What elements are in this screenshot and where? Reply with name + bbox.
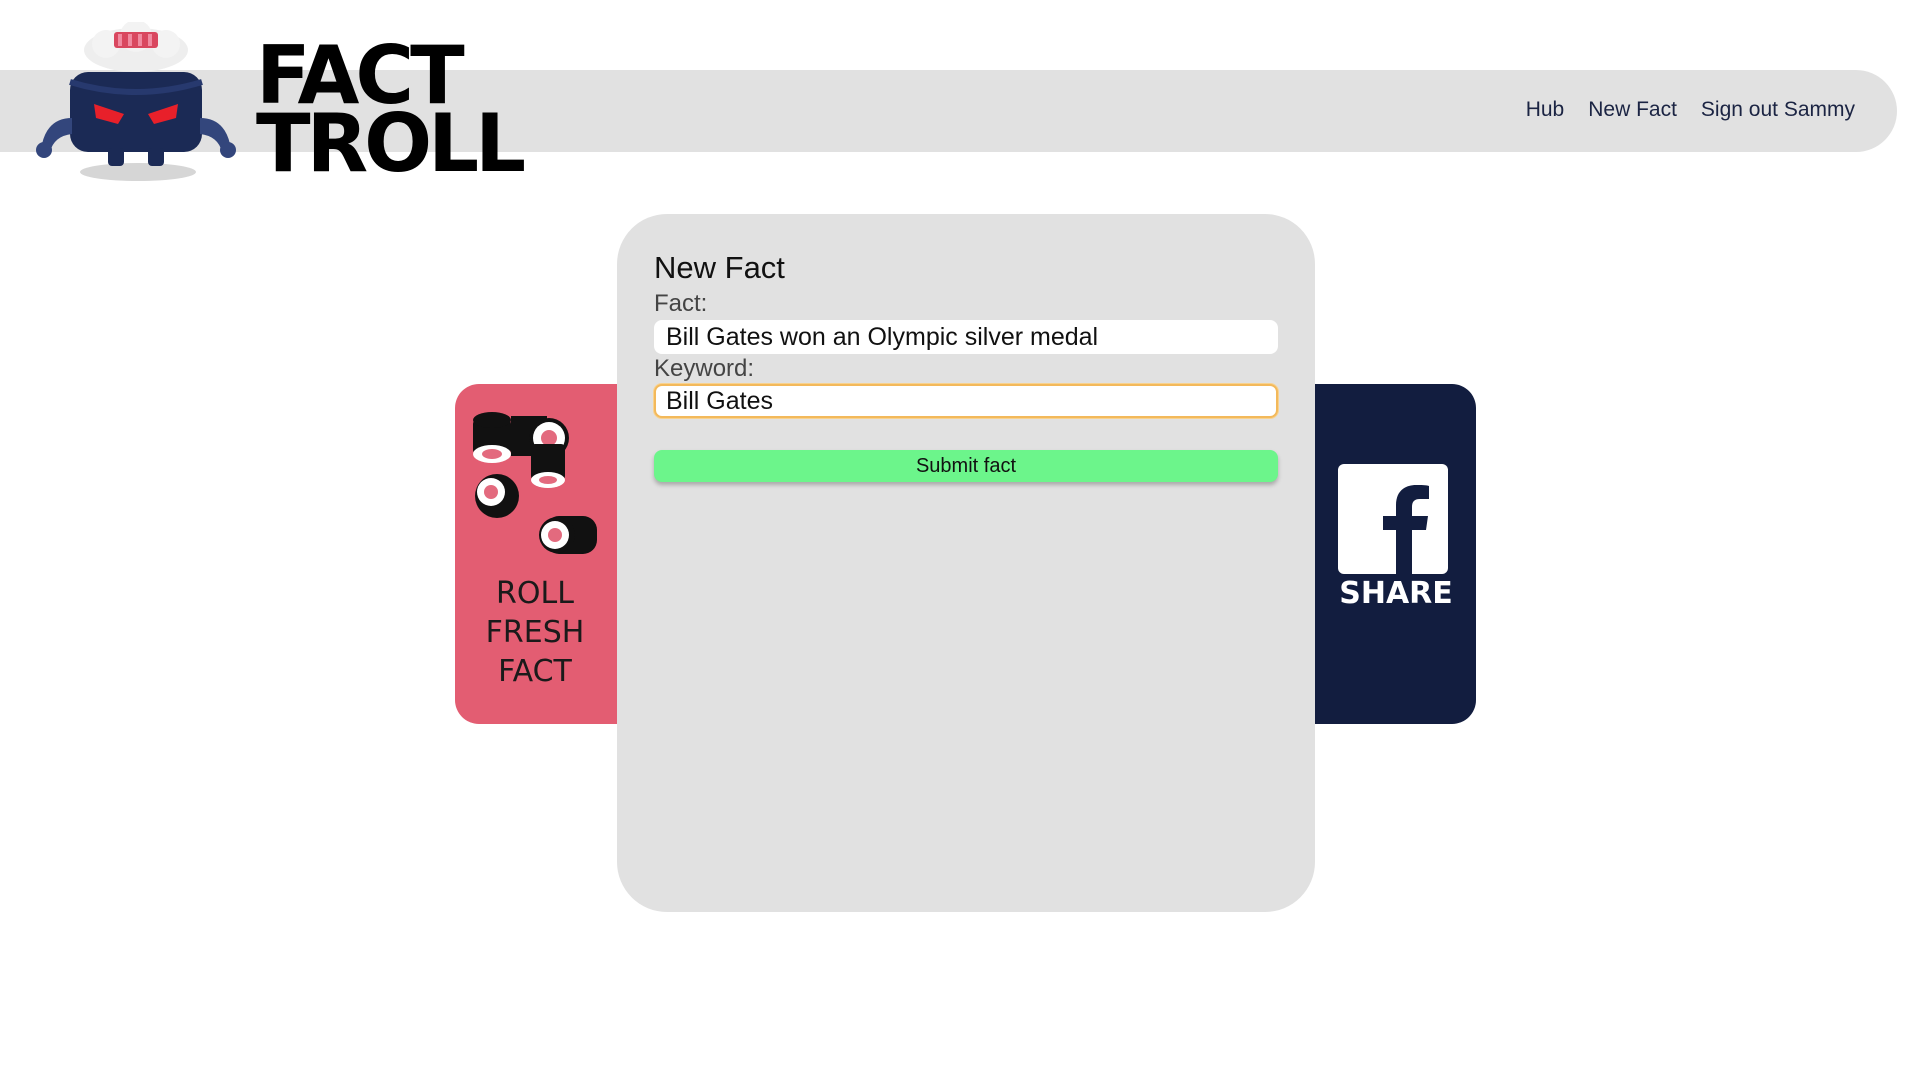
top-nav: Hub New Fact Sign out Sammy bbox=[1526, 98, 1855, 122]
fact-label: Fact: bbox=[654, 290, 708, 317]
keyword-input[interactable] bbox=[654, 384, 1278, 418]
submit-fact-button[interactable]: Submit fact bbox=[654, 450, 1278, 482]
logo[interactable]: FACT TROLL bbox=[28, 22, 526, 184]
new-fact-card: New Fact Fact: Keyword: Submit fact bbox=[617, 214, 1315, 912]
sushi-rolls-icon bbox=[473, 412, 597, 554]
keyword-label: Keyword: bbox=[654, 355, 755, 382]
roll-fresh-fact-label: ROLL FRESH FACT bbox=[485, 576, 585, 689]
mascot-icon bbox=[36, 22, 236, 181]
logo-text-troll: TROLL bbox=[256, 97, 526, 190]
facebook-icon bbox=[1338, 464, 1448, 574]
nav-link-sign-out[interactable]: Sign out Sammy bbox=[1701, 98, 1855, 122]
nav-link-hub[interactable]: Hub bbox=[1526, 98, 1565, 122]
fact-input[interactable] bbox=[654, 320, 1278, 354]
share-label: SHARE bbox=[1339, 576, 1453, 611]
page-title: New Fact bbox=[654, 250, 785, 285]
nav-link-new-fact[interactable]: New Fact bbox=[1588, 98, 1677, 122]
